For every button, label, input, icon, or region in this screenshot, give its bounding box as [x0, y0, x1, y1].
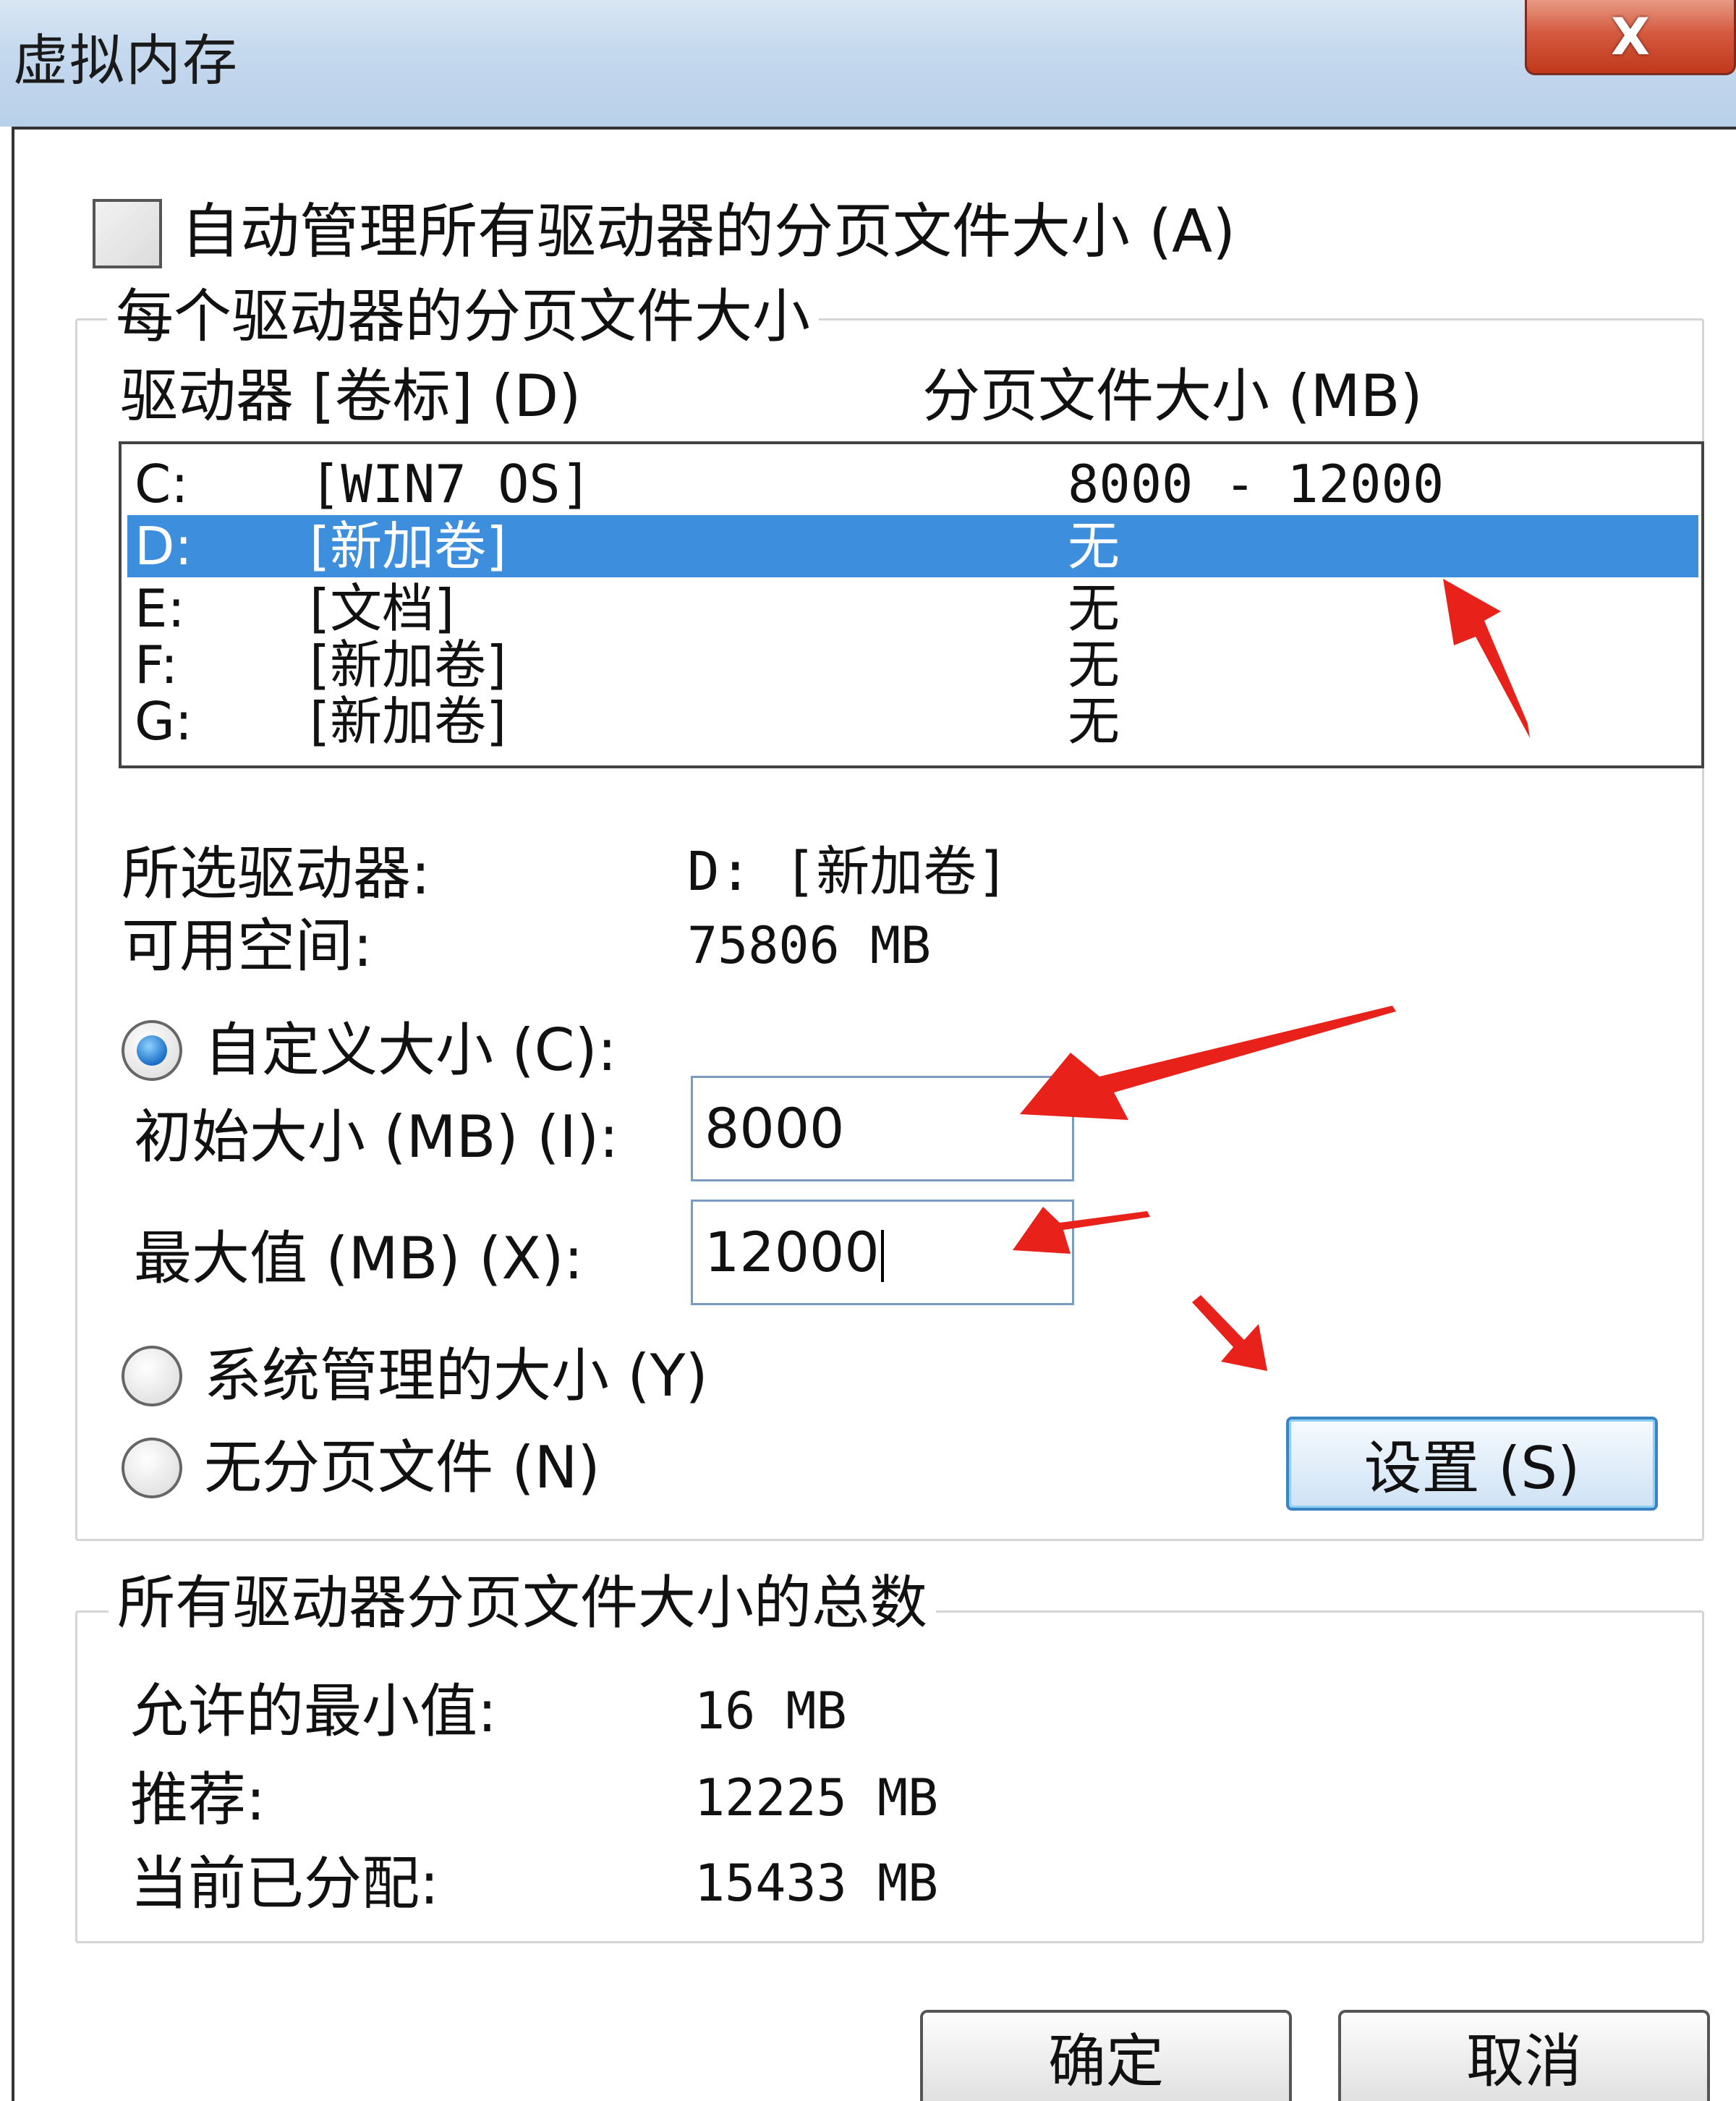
drive-paging-size: 无 — [1068, 634, 1120, 695]
free-space-value: 75806 MB — [687, 916, 932, 975]
size-column-header: 分页文件大小 (MB) — [922, 362, 1423, 430]
custom-size-radio[interactable] — [122, 1020, 182, 1081]
drive-letter: D: — [135, 516, 192, 577]
no-paging-file-radio[interactable] — [122, 1438, 182, 1498]
free-space-label: 可用空间: — [122, 912, 373, 980]
system-managed-radio[interactable] — [122, 1346, 182, 1406]
min-allowed-label: 允许的最小值: — [130, 1678, 497, 1745]
initial-size-label: 初始大小 (MB) (I): — [134, 1103, 619, 1171]
drive-letter: E: — [135, 578, 185, 639]
auto-manage-checkbox[interactable] — [93, 199, 162, 268]
currently-allocated-label: 当前已分配: — [130, 1850, 439, 1917]
drive-row-e[interactable]: E: [文档] 无 — [127, 577, 1698, 640]
title-bar: 虚拟内存 X — [0, 0, 1736, 127]
initial-size-input[interactable]: 8000 — [691, 1076, 1074, 1181]
drive-paging-size: 无 — [1068, 516, 1120, 577]
recommended-label: 推荐: — [130, 1766, 265, 1833]
currently-allocated-value: 15433 MB — [694, 1854, 939, 1913]
drive-volume-label: [新加卷] — [310, 691, 507, 752]
set-button[interactable]: 设置 (S) — [1286, 1417, 1658, 1511]
drive-paging-size: 8000 - 12000 — [1068, 454, 1444, 514]
drive-paging-size: 无 — [1068, 691, 1120, 752]
drive-volume-label: [新加卷] — [310, 516, 507, 577]
drive-row-g[interactable]: G: [新加卷] 无 — [127, 690, 1698, 752]
window-title: 虚拟内存 — [13, 28, 239, 93]
drive-volume-label: [文档] — [310, 578, 455, 639]
max-size-input[interactable]: 12000 — [691, 1200, 1074, 1305]
drive-letter: G: — [135, 691, 193, 752]
system-managed-label[interactable]: 系统管理的大小 (Y) — [204, 1347, 708, 1405]
selected-drive-label: 所选驱动器: — [122, 840, 430, 907]
text-caret — [880, 1230, 884, 1282]
drive-column-header: 驱动器 [卷标] (D) — [120, 362, 582, 430]
max-size-value: 12000 — [705, 1220, 880, 1284]
ok-button[interactable]: 确定 — [920, 2010, 1292, 2101]
close-button[interactable]: X — [1525, 0, 1736, 75]
min-allowed-value: 16 MB — [694, 1681, 847, 1741]
drive-paging-size: 无 — [1068, 578, 1120, 639]
per-drive-group-label: 每个驱动器的分页文件大小 — [107, 288, 819, 346]
recommended-value: 12225 MB — [694, 1768, 939, 1828]
custom-size-label[interactable]: 自定义大小 (C): — [204, 1022, 617, 1079]
drive-row-f[interactable]: F: [新加卷] 无 — [127, 634, 1698, 696]
no-paging-file-label[interactable]: 无分页文件 (N) — [204, 1439, 600, 1497]
max-size-label: 最大值 (MB) (X): — [134, 1225, 584, 1292]
initial-size-value: 8000 — [705, 1096, 845, 1160]
drive-volume-label: [新加卷] — [310, 634, 507, 695]
selected-drive-value: D: [新加卷] — [687, 841, 1009, 903]
auto-manage-label[interactable]: 自动管理所有驱动器的分页文件大小 (A) — [181, 203, 1235, 262]
drive-list[interactable]: C: [WIN7 OS] 8000 - 12000 D: [新加卷] 无 E: … — [119, 441, 1704, 768]
drive-letter: F: — [135, 634, 179, 695]
drive-row-d[interactable]: D: [新加卷] 无 — [127, 515, 1698, 577]
cancel-button[interactable]: 取消 — [1338, 2010, 1710, 2101]
totals-group-label: 所有驱动器分页文件大小的总数 — [109, 1574, 936, 1632]
drive-letter: C: — [135, 454, 189, 514]
drive-row-c[interactable]: C: [WIN7 OS] 8000 - 12000 — [127, 453, 1698, 515]
close-icon: X — [1611, 7, 1650, 67]
drive-volume-label: [WIN7 OS] — [310, 454, 592, 514]
